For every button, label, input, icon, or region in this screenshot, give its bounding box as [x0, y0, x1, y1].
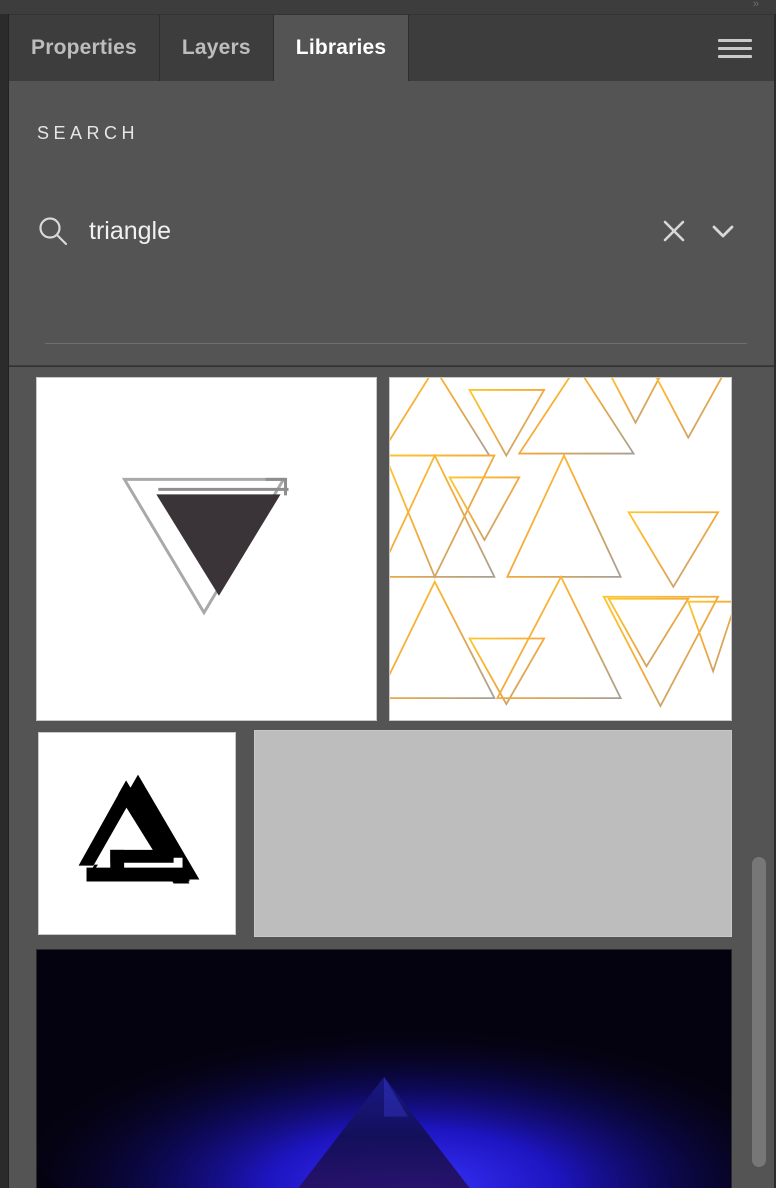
left-edge-rail — [0, 14, 9, 1188]
tab-layers[interactable]: Layers — [159, 15, 274, 81]
result-item-triangle-logo[interactable] — [36, 377, 377, 721]
result-item-interlocking-triangle-logo[interactable] — [38, 732, 236, 935]
search-input[interactable] — [89, 216, 660, 246]
result-item-triangle-pattern[interactable] — [389, 377, 732, 721]
result-item-glowing-pyramid-photo[interactable] — [36, 949, 732, 1188]
interlocking-triangle-logo-art — [39, 733, 235, 934]
triangle-logo-art — [37, 378, 376, 720]
search-section: SEARCH — [9, 81, 774, 410]
tab-libraries[interactable]: Libraries — [273, 15, 410, 81]
result-item-presentation-templates[interactable]: COMPANY NAME PRESENTATION TEMPLATE TRIAN… — [254, 730, 732, 937]
tab-bar-filler — [409, 15, 718, 81]
chevron-down-icon[interactable] — [708, 216, 738, 246]
hamburger-menu-icon[interactable] — [718, 38, 752, 58]
results-scrollbar-track[interactable] — [752, 367, 772, 1188]
collapse-chevrons-icon[interactable]: » — [753, 0, 760, 11]
glowing-pyramid-art — [37, 950, 731, 1188]
window-top-strip: » — [0, 0, 776, 14]
libraries-panel-window: » Properties Layers Libraries SEARCH tri… — [0, 0, 776, 1188]
tab-properties[interactable]: Properties — [9, 15, 160, 81]
close-icon[interactable] — [660, 217, 688, 245]
search-row — [37, 203, 746, 259]
template-slide-grid: COMPANY NAME PRESENTATION TEMPLATE TRIAN… — [255, 731, 731, 936]
search-results-grid[interactable]: COMPANY NAME PRESENTATION TEMPLATE TRIAN… — [9, 367, 774, 1188]
search-heading: SEARCH — [37, 123, 140, 143]
triangle-line-pattern-art — [390, 378, 731, 720]
panel-tab-bar: Properties Layers Libraries — [9, 15, 774, 81]
results-scrollbar-thumb[interactable] — [752, 857, 766, 1167]
search-icon[interactable] — [37, 215, 69, 247]
search-divider — [45, 343, 747, 344]
